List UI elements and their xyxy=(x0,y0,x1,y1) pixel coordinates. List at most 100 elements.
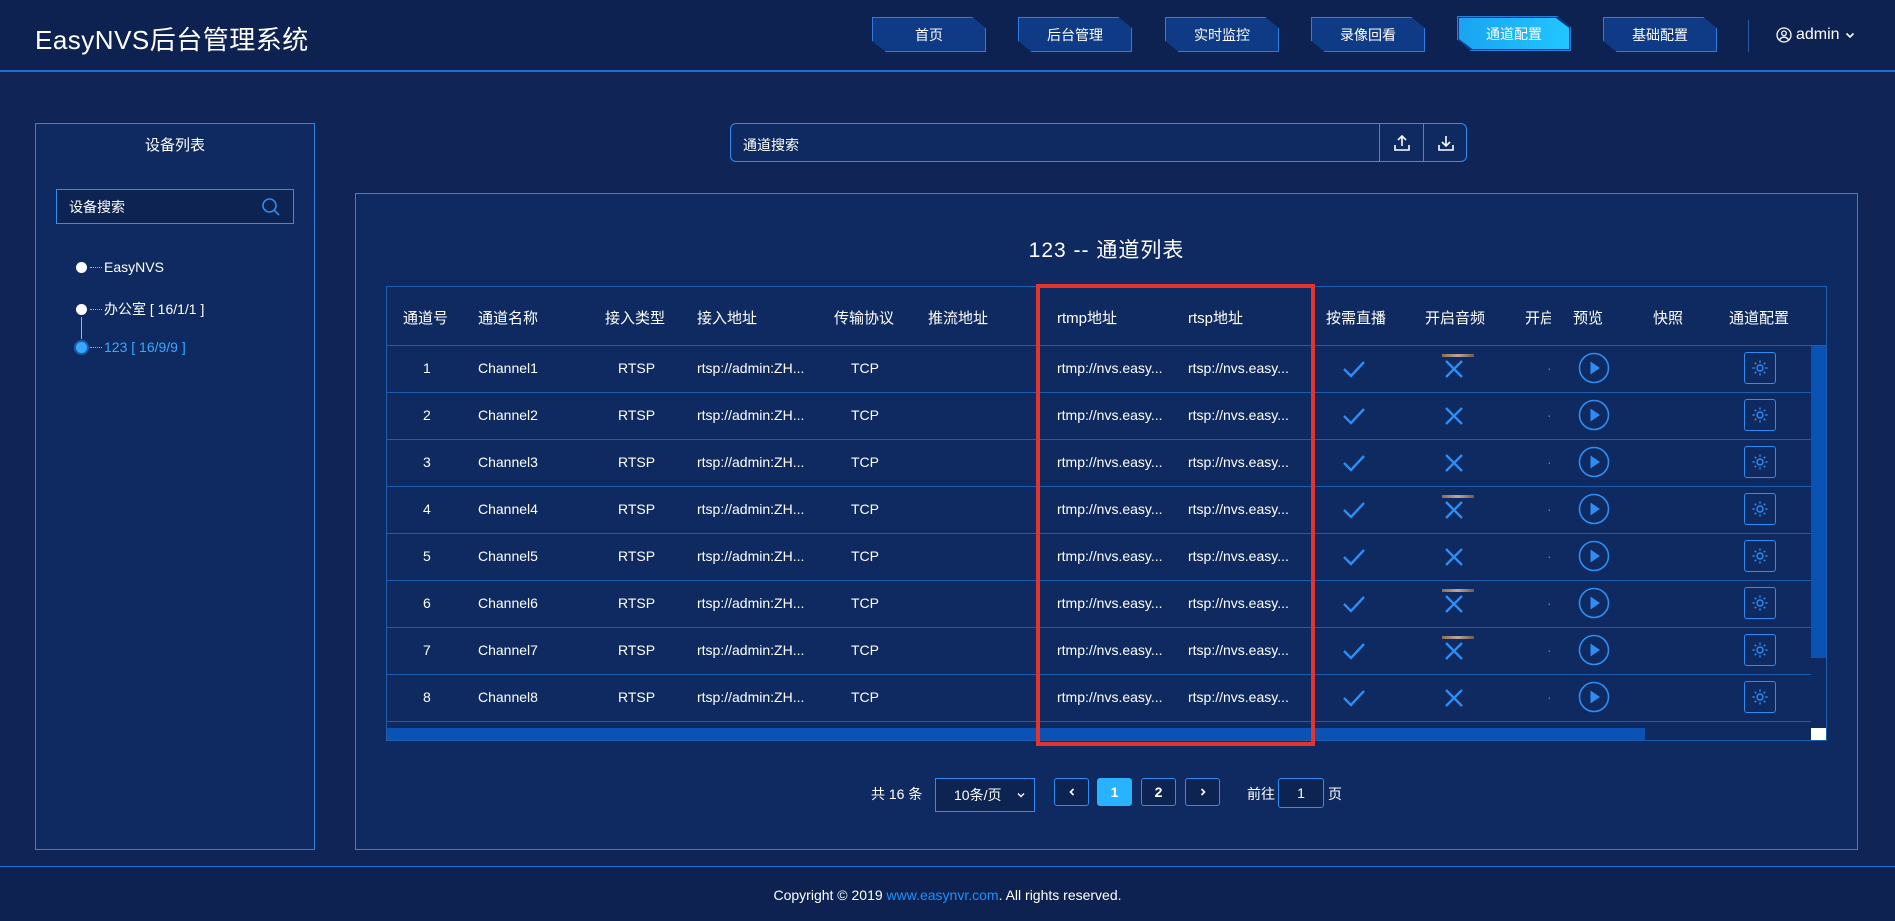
cell-rtsp-addr: rtsp://nvs.easy... xyxy=(1188,454,1289,470)
preview-button[interactable] xyxy=(1578,540,1610,577)
cell-protocol: TCP xyxy=(851,407,879,423)
scrollbar-thumb[interactable] xyxy=(387,728,1645,740)
play-icon[interactable] xyxy=(1578,352,1610,384)
chevron-down-icon xyxy=(1017,793,1025,798)
col-push-addr: 推流地址 xyxy=(928,310,989,327)
tree-node-label: 123 [ 16/9/9 ] xyxy=(104,339,186,355)
channel-config-button[interactable] xyxy=(1744,634,1776,666)
search-icon[interactable] xyxy=(261,197,281,217)
goto-page-input[interactable]: 1 xyxy=(1278,778,1324,808)
device-sidebar: 设备列表 设备搜索 EasyNVS 办公室 [ 16/1/1 ] 123 [ 1… xyxy=(35,123,315,850)
play-icon[interactable] xyxy=(1578,540,1610,572)
enable-status: · xyxy=(1547,548,1552,564)
cell-access-type: RTSP xyxy=(618,595,656,611)
user-menu[interactable]: admin xyxy=(1776,26,1856,44)
sidebar-title: 设备列表 xyxy=(144,137,205,154)
channel-search-input[interactable]: 通道搜索 xyxy=(743,135,799,155)
play-icon[interactable] xyxy=(1578,446,1610,478)
tab-live-monitor[interactable]: 实时监控 xyxy=(1165,17,1279,52)
snapshot-thumbnail[interactable] xyxy=(1442,495,1474,498)
cell-access-addr: rtsp://admin:ZH... xyxy=(697,501,805,517)
cell-rtmp-addr: rtmp://nvs.easy... xyxy=(1057,454,1163,470)
download-button[interactable] xyxy=(1423,124,1467,161)
play-icon[interactable] xyxy=(1578,634,1610,666)
gear-icon xyxy=(1752,642,1768,658)
prev-page-button[interactable] xyxy=(1054,778,1089,806)
play-icon[interactable] xyxy=(1578,681,1610,713)
channel-config-button[interactable] xyxy=(1744,587,1776,619)
channel-config-button[interactable] xyxy=(1744,352,1776,384)
channel-config-button[interactable] xyxy=(1744,540,1776,572)
cell-access-type: RTSP xyxy=(618,548,656,564)
gear-icon xyxy=(1752,407,1768,423)
footer-link[interactable]: www.easynvr.com xyxy=(887,887,999,903)
preview-button[interactable] xyxy=(1578,681,1610,718)
enable-status: · xyxy=(1547,595,1552,611)
cell-rtsp-addr: rtsp://nvs.easy... xyxy=(1188,360,1289,376)
play-icon[interactable] xyxy=(1578,587,1610,619)
cell-access-type: RTSP xyxy=(618,642,656,658)
cell-protocol: TCP xyxy=(851,501,879,517)
preview-button[interactable] xyxy=(1578,634,1610,671)
on-demand-status xyxy=(1340,543,1368,576)
channel-config-button[interactable] xyxy=(1744,681,1776,713)
preview-button[interactable] xyxy=(1578,399,1610,436)
upload-icon xyxy=(1393,134,1410,151)
page-size-select[interactable]: 10条/页 xyxy=(935,778,1035,812)
cell-channel-name: Channel2 xyxy=(478,407,538,423)
cell-rtmp-addr: rtmp://nvs.easy... xyxy=(1057,595,1163,611)
tree-node-123[interactable]: 123 [ 16/9/9 ] xyxy=(76,339,186,355)
play-icon[interactable] xyxy=(1578,493,1610,525)
enable-status: · xyxy=(1547,360,1552,376)
tab-home[interactable]: 首页 xyxy=(872,17,986,52)
tab-channel-config[interactable]: 通道配置 xyxy=(1457,16,1571,51)
cell-rtsp-addr: rtsp://nvs.easy... xyxy=(1188,689,1289,705)
audio-status xyxy=(1442,592,1466,621)
tree-node-easynvs[interactable]: EasyNVS xyxy=(76,259,164,275)
close-icon xyxy=(1445,595,1463,613)
tree-node-office[interactable]: 办公室 [ 16/1/1 ] xyxy=(76,299,204,319)
preview-button[interactable] xyxy=(1578,587,1610,624)
col-on-demand: 按需直播 xyxy=(1326,310,1387,327)
table-row: 6 Channel6 RTSP rtsp://admin:ZH... TCP rtmp:/… xyxy=(387,581,1811,628)
play-icon[interactable] xyxy=(1578,399,1610,431)
next-page-button[interactable] xyxy=(1185,778,1220,806)
cell-channel-name: Channel1 xyxy=(478,360,538,376)
channel-panel: 123 -- 通道列表 通道号 通道名称 接入类型 接入地址 传输协议 推流地址… xyxy=(355,193,1858,850)
device-search-input[interactable]: 设备搜索 xyxy=(56,189,294,224)
tab-admin[interactable]: 后台管理 xyxy=(1018,17,1132,52)
preview-button[interactable] xyxy=(1578,446,1610,483)
cell-rtsp-addr: rtsp://nvs.easy... xyxy=(1188,407,1289,423)
page-button-2[interactable]: 2 xyxy=(1141,778,1176,806)
snapshot-thumbnail[interactable] xyxy=(1442,589,1474,592)
cell-rtmp-addr: rtmp://nvs.easy... xyxy=(1057,360,1163,376)
audio-status xyxy=(1442,545,1466,574)
cell-channel-name: Channel8 xyxy=(478,689,538,705)
chevron-right-icon xyxy=(1200,788,1206,796)
gear-icon xyxy=(1752,689,1768,705)
cell-channel-name: Channel3 xyxy=(478,454,538,470)
tab-playback[interactable]: 录像回看 xyxy=(1311,17,1425,52)
on-demand-status xyxy=(1340,637,1368,670)
app-header: EasyNVS后台管理系统 首页 后台管理 实时监控 录像回看 通道配置 基础配… xyxy=(0,0,1895,72)
vertical-scrollbar[interactable] xyxy=(1811,346,1826,728)
snapshot-thumbnail[interactable] xyxy=(1442,354,1474,357)
cell-rtmp-addr: rtmp://nvs.easy... xyxy=(1057,548,1163,564)
col-channel-name: 通道名称 xyxy=(478,310,539,327)
pagination-total: 共 16 条 xyxy=(871,786,923,802)
page-button-1[interactable]: 1 xyxy=(1097,778,1132,806)
preview-button[interactable] xyxy=(1578,352,1610,389)
scrollbar-thumb[interactable] xyxy=(1811,346,1826,658)
upload-button[interactable] xyxy=(1379,124,1423,161)
close-icon xyxy=(1445,501,1463,519)
horizontal-scrollbar[interactable] xyxy=(387,728,1811,740)
channel-config-button[interactable] xyxy=(1744,399,1776,431)
preview-button[interactable] xyxy=(1578,493,1610,530)
snapshot-thumbnail[interactable] xyxy=(1442,636,1474,639)
col-audio: 开启音频 xyxy=(1425,310,1486,327)
audio-status xyxy=(1442,451,1466,480)
channel-config-button[interactable] xyxy=(1744,493,1776,525)
tree-dot xyxy=(76,341,87,353)
channel-config-button[interactable] xyxy=(1744,446,1776,478)
tab-basic-config[interactable]: 基础配置 xyxy=(1603,17,1717,52)
